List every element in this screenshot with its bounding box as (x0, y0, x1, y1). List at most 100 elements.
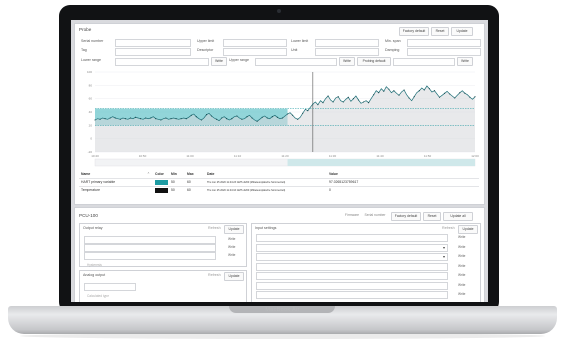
write-button[interactable]: Write (458, 245, 465, 249)
color-swatch[interactable] (155, 188, 168, 193)
divider (79, 178, 479, 179)
x-tick-label: 10:40 (91, 154, 99, 158)
damping-input[interactable] (407, 48, 481, 56)
factory-default-button[interactable]: Factory default (399, 27, 429, 36)
data-point (109, 117, 111, 119)
output-mode-field[interactable]: Output mode (84, 236, 216, 251)
input-setting-field[interactable]: Sensor type▾ (256, 253, 448, 268)
data-point (464, 92, 466, 94)
chevron-down-icon[interactable]: ▾ (443, 245, 445, 251)
data-point (403, 89, 405, 91)
write-button[interactable]: Write (458, 254, 465, 258)
refresh-button[interactable]: Refresh (208, 273, 221, 278)
input-setting-field[interactable]: Minimum range (256, 262, 448, 278)
final-write-button[interactable]: Write (457, 57, 473, 66)
col-name-header[interactable]: Name (81, 172, 90, 177)
calculated-type-field[interactable]: Calculated type (84, 283, 136, 298)
data-point (134, 116, 137, 118)
lower-limit-input[interactable] (315, 39, 379, 47)
data-point (433, 90, 436, 92)
probing-input[interactable] (393, 58, 455, 66)
factory-default-button[interactable]: Factory default (391, 212, 421, 221)
sort-icon[interactable]: ⌃ (147, 172, 150, 177)
data-point (104, 118, 106, 120)
panel-title: PCU-100 (79, 213, 98, 218)
input-setting-field[interactable]: Input type▾ (256, 243, 448, 259)
data-point (292, 114, 294, 116)
field-label: Unit (291, 48, 298, 52)
col-date-header: Date (207, 172, 215, 176)
tag-input[interactable] (115, 48, 191, 56)
write-button[interactable]: Write (228, 237, 235, 241)
setpoint-field[interactable]: Setpoint (84, 244, 216, 259)
app-screen: Probe Factory default Reset Update Seria… (71, 20, 488, 302)
col-max-header: Max (187, 172, 194, 176)
write-button[interactable]: Write (458, 235, 465, 239)
lower-range-write-button[interactable]: Write (211, 57, 227, 66)
hysteresis-field[interactable]: Hysteresis (84, 252, 216, 267)
upper-range-input[interactable] (255, 58, 337, 66)
data-point (155, 118, 157, 120)
upper-range-write-button[interactable]: Write (339, 57, 355, 66)
write-button[interactable]: Write (458, 273, 465, 277)
row-value: 0 (329, 188, 331, 192)
write-button[interactable]: Write (228, 245, 235, 249)
data-point (362, 101, 365, 103)
data-point (383, 90, 385, 92)
update-button[interactable]: Update (458, 225, 478, 234)
col-value-header: Value (329, 172, 338, 176)
row-name: Temperature (81, 188, 101, 192)
x-tick-label: 11:40 (376, 154, 384, 158)
write-button[interactable]: Write (458, 292, 465, 296)
refresh-button[interactable]: Refresh (208, 226, 221, 231)
divider (79, 186, 479, 187)
data-point (297, 118, 299, 120)
update-button[interactable]: Update (451, 27, 473, 36)
upper-limit-input[interactable] (223, 39, 287, 47)
write-button[interactable]: Write (458, 283, 465, 287)
field-label: Min. span (385, 39, 401, 43)
unit-input[interactable] (315, 48, 379, 56)
reset-button[interactable]: Reset (423, 212, 441, 221)
min-span-input[interactable] (407, 39, 481, 47)
y-tick-label: 0 (90, 137, 92, 141)
serial-number-input[interactable] (115, 39, 191, 47)
input-setting-field[interactable]: Extended maximum range (256, 291, 448, 299)
update-button[interactable]: Update (224, 272, 244, 281)
write-button[interactable]: Write (228, 253, 235, 257)
firmware-button[interactable]: Firmware (343, 212, 361, 219)
data-point (398, 94, 400, 96)
data-point (373, 94, 375, 96)
refresh-button[interactable]: Refresh (442, 226, 455, 231)
color-swatch[interactable] (155, 180, 168, 185)
update-all-button[interactable]: Update all (443, 212, 473, 221)
x-tick-label: 11:50 (424, 154, 432, 158)
data-point (216, 118, 218, 120)
data-point (276, 116, 278, 118)
data-point (261, 116, 263, 118)
write-button[interactable]: Write (458, 264, 465, 268)
input-setting-field[interactable]: Maximum range (256, 272, 448, 287)
lower-range-input[interactable] (115, 58, 209, 66)
data-point (418, 90, 420, 92)
data-point (195, 116, 197, 118)
data-point (322, 102, 324, 104)
field-label: Serial number (81, 39, 104, 43)
data-point (428, 88, 430, 90)
descriptor-input[interactable] (223, 48, 287, 56)
col-min-header: Min (171, 172, 177, 176)
probing-default-button[interactable]: Probing default (357, 57, 391, 66)
camera (277, 9, 281, 13)
reset-button[interactable]: Reset (431, 27, 449, 36)
serial-number-button[interactable]: Serial number (363, 212, 387, 219)
probe-chart: 100806040200-2010:40 10:50 11:00 11:10 11:20… (87, 70, 479, 167)
data-point (256, 120, 258, 122)
update-button[interactable]: Update (224, 225, 244, 234)
input-setting-field[interactable]: Sensor address (256, 234, 448, 249)
data-point (241, 118, 243, 120)
y-tick-label: 20 (89, 123, 93, 127)
series-area (95, 86, 475, 152)
input-setting-field[interactable]: Extended minimum range (256, 281, 448, 297)
data-point (423, 89, 425, 91)
chevron-down-icon[interactable]: ▾ (443, 254, 445, 260)
